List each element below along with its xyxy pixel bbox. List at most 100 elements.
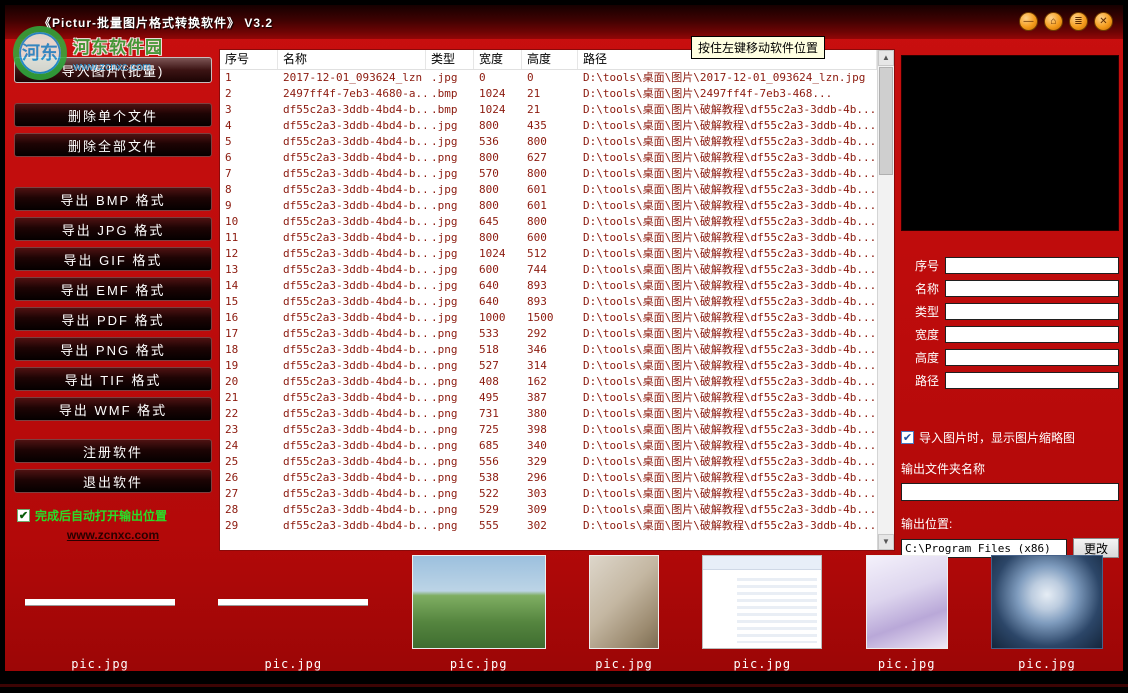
export-format-button[interactable]: 导出 PNG 格式: [14, 337, 212, 361]
menu-button[interactable]: ≣: [1069, 12, 1088, 31]
column-header-name[interactable]: 名称: [278, 50, 426, 69]
detail-field-input[interactable]: [945, 280, 1119, 297]
cell-width: 570: [474, 166, 522, 182]
table-row[interactable]: 19 df55c2a3-3ddb-4bd4-b... .png 527 314 …: [220, 358, 877, 374]
cell-name: 2017-12-01_093624_lzn: [278, 70, 426, 86]
detail-field-input[interactable]: [945, 349, 1119, 366]
thumbnail-caption: pic.jpg: [450, 657, 508, 671]
scrollbar-track[interactable]: [878, 176, 894, 534]
cell-name: df55c2a3-3ddb-4bd4-b...: [278, 358, 426, 374]
cell-width: 800: [474, 118, 522, 134]
detail-field-input[interactable]: [945, 372, 1119, 389]
thumbnail-item[interactable]: pic.jpg: [218, 555, 368, 671]
cell-type: .jpg: [426, 294, 474, 310]
table-row[interactable]: 16 df55c2a3-3ddb-4bd4-b... .jpg 1000 150…: [220, 310, 877, 326]
thumbnail-item[interactable]: pic.jpg: [991, 555, 1103, 671]
detail-field-input[interactable]: [945, 303, 1119, 320]
column-header-type[interactable]: 类型: [426, 50, 474, 69]
scrollbar-thumb[interactable]: [879, 67, 893, 175]
table-row[interactable]: 28 df55c2a3-3ddb-4bd4-b... .png 529 309 …: [220, 502, 877, 518]
delete-button[interactable]: 删除全部文件: [14, 133, 212, 157]
auto-open-checkbox[interactable]: ✔: [17, 509, 30, 522]
table-row[interactable]: 8 df55c2a3-3ddb-4bd4-b... .jpg 800 601 D…: [220, 182, 877, 198]
export-format-button[interactable]: 导出 GIF 格式: [14, 247, 212, 271]
table-row[interactable]: 15 df55c2a3-3ddb-4bd4-b... .jpg 640 893 …: [220, 294, 877, 310]
site-link[interactable]: www.zcnxc.com: [11, 528, 215, 542]
thumbnail-item[interactable]: pic.jpg: [589, 555, 659, 671]
cell-width: 518: [474, 342, 522, 358]
titlebar[interactable]: 《Pictur-批量图片格式转换软件》 V3.2 — ⌂ ≣ ✕: [5, 5, 1123, 39]
table-row[interactable]: 22 df55c2a3-3ddb-4bd4-b... .png 731 380 …: [220, 406, 877, 422]
cell-width: 536: [474, 134, 522, 150]
cell-height: 435: [522, 118, 578, 134]
table-row[interactable]: 4 df55c2a3-3ddb-4bd4-b... .jpg 800 435 D…: [220, 118, 877, 134]
table-row[interactable]: 6 df55c2a3-3ddb-4bd4-b... .png 800 627 D…: [220, 150, 877, 166]
table-row[interactable]: 9 df55c2a3-3ddb-4bd4-b... .png 800 601 D…: [220, 198, 877, 214]
column-header-width[interactable]: 宽度: [474, 50, 522, 69]
detail-field-input[interactable]: [945, 326, 1119, 343]
thumbnail-item[interactable]: pic.jpg: [25, 555, 175, 671]
cell-height: 380: [522, 406, 578, 422]
table-row[interactable]: 21 df55c2a3-3ddb-4bd4-b... .png 495 387 …: [220, 390, 877, 406]
table-row[interactable]: 27 df55c2a3-3ddb-4bd4-b... .png 522 303 …: [220, 486, 877, 502]
table-row[interactable]: 7 df55c2a3-3ddb-4bd4-b... .jpg 570 800 D…: [220, 166, 877, 182]
table-row[interactable]: 18 df55c2a3-3ddb-4bd4-b... .png 518 346 …: [220, 342, 877, 358]
show-thumbnails-checkbox[interactable]: ✔: [901, 431, 914, 444]
homepage-button[interactable]: ⌂: [1044, 12, 1063, 31]
close-button[interactable]: ✕: [1094, 12, 1113, 31]
minimize-button[interactable]: —: [1019, 12, 1038, 31]
column-header-no[interactable]: 序号: [220, 50, 278, 69]
cell-path: D:\tools\桌面\图片\破解教程\df55c2a3-3ddb-4b...: [578, 486, 877, 502]
thumbnail-item[interactable]: pic.jpg: [866, 555, 948, 671]
table-row[interactable]: 2 2497ff4f-7eb3-4680-a... .bmp 1024 21 D…: [220, 86, 877, 102]
detail-field-input[interactable]: [945, 257, 1119, 274]
cell-width: 731: [474, 406, 522, 422]
table-row[interactable]: 17 df55c2a3-3ddb-4bd4-b... .png 533 292 …: [220, 326, 877, 342]
export-buttons-group: 导出 BMP 格式 导出 JPG 格式 导出 GIF 格式 导出 EMF 格式 …: [11, 187, 215, 421]
table-row[interactable]: 29 df55c2a3-3ddb-4bd4-b... .png 555 302 …: [220, 518, 877, 534]
cell-width: 522: [474, 486, 522, 502]
scroll-down-icon[interactable]: ▼: [878, 534, 894, 550]
scroll-up-icon[interactable]: ▲: [878, 50, 894, 66]
table-row[interactable]: 10 df55c2a3-3ddb-4bd4-b... .jpg 645 800 …: [220, 214, 877, 230]
cell-width: 495: [474, 390, 522, 406]
cell-width: 533: [474, 326, 522, 342]
table-row[interactable]: 14 df55c2a3-3ddb-4bd4-b... .jpg 640 893 …: [220, 278, 877, 294]
export-format-button[interactable]: 导出 JPG 格式: [14, 217, 212, 241]
table-row[interactable]: 5 df55c2a3-3ddb-4bd4-b... .jpg 536 800 D…: [220, 134, 877, 150]
cell-no: 1: [220, 70, 278, 86]
delete-button[interactable]: 删除单个文件: [14, 103, 212, 127]
table-row[interactable]: 24 df55c2a3-3ddb-4bd4-b... .png 685 340 …: [220, 438, 877, 454]
table-row[interactable]: 25 df55c2a3-3ddb-4bd4-b... .png 556 329 …: [220, 454, 877, 470]
table-row[interactable]: 1 2017-12-01_093624_lzn .jpg 0 0 D:\tool…: [220, 70, 877, 86]
output-folder-input[interactable]: [901, 483, 1119, 501]
export-format-button[interactable]: 导出 TIF 格式: [14, 367, 212, 391]
table-row[interactable]: 11 df55c2a3-3ddb-4bd4-b... .jpg 800 600 …: [220, 230, 877, 246]
cell-height: 21: [522, 86, 578, 102]
cell-height: 309: [522, 502, 578, 518]
cell-path: D:\tools\桌面\图片\2497ff4f-7eb3-468...: [578, 86, 877, 102]
cell-no: 20: [220, 374, 278, 390]
export-format-button[interactable]: 导出 EMF 格式: [14, 277, 212, 301]
thumbnail-item[interactable]: pic.jpg: [412, 555, 546, 671]
table-row[interactable]: 26 df55c2a3-3ddb-4bd4-b... .png 538 296 …: [220, 470, 877, 486]
table-row[interactable]: 3 df55c2a3-3ddb-4bd4-b... .bmp 1024 21 D…: [220, 102, 877, 118]
table-row[interactable]: 12 df55c2a3-3ddb-4bd4-b... .jpg 1024 512…: [220, 246, 877, 262]
cell-width: 555: [474, 518, 522, 534]
export-format-button[interactable]: 导出 WMF 格式: [14, 397, 212, 421]
import-images-button[interactable]: 导入图片(批量): [14, 57, 212, 83]
app-action-button[interactable]: 注册软件: [14, 439, 212, 463]
sidebar: 导入图片(批量) 删除单个文件 删除全部文件 导出 BMP 格式 导出 JPG …: [11, 49, 215, 542]
table-row[interactable]: 23 df55c2a3-3ddb-4bd4-b... .png 725 398 …: [220, 422, 877, 438]
app-window: 《Pictur-批量图片格式转换软件》 V3.2 — ⌂ ≣ ✕ 河东 河东软件…: [5, 5, 1123, 671]
export-format-button[interactable]: 导出 PDF 格式: [14, 307, 212, 331]
app-action-button[interactable]: 退出软件: [14, 469, 212, 493]
thumbnail-item[interactable]: pic.jpg: [702, 555, 822, 671]
table-row[interactable]: 13 df55c2a3-3ddb-4bd4-b... .jpg 600 744 …: [220, 262, 877, 278]
table-row[interactable]: 20 df55c2a3-3ddb-4bd4-b... .png 408 162 …: [220, 374, 877, 390]
cell-type: .jpg: [426, 214, 474, 230]
cell-height: 303: [522, 486, 578, 502]
column-header-height[interactable]: 高度: [522, 50, 578, 69]
export-format-button[interactable]: 导出 BMP 格式: [14, 187, 212, 211]
table-scrollbar[interactable]: ▲ ▼: [877, 50, 894, 550]
